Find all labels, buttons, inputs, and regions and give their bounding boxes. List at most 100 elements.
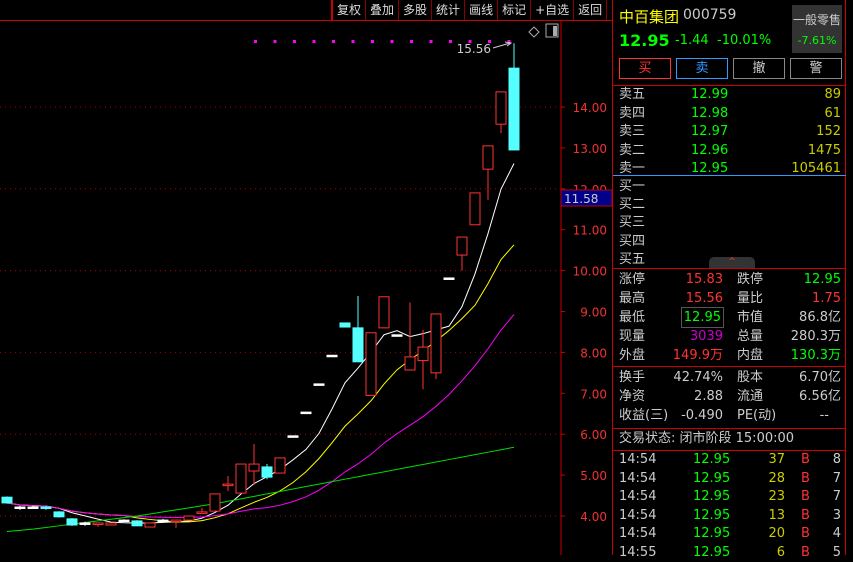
tick-side: B — [801, 452, 810, 467]
fund-row: 收益(三) -0.490 PE(动) -- — [619, 406, 841, 425]
y-tick-label: 6.00 — [580, 428, 607, 442]
tick-row: 14:55 12.95 6 B 5 — [619, 543, 841, 562]
ask-volume: 61 — [824, 105, 841, 121]
fund-label: 换手 — [619, 370, 646, 385]
y-tick-label: 10.00 — [573, 265, 607, 279]
toolbar-overlay-button[interactable]: 叠加 — [366, 0, 400, 20]
tick-time: 14:54 — [619, 452, 657, 467]
collapse-toggle[interactable]: ^ — [709, 257, 755, 268]
candle-body — [326, 354, 338, 358]
sell-button[interactable]: 卖 — [676, 58, 728, 79]
stat-row: 涨停 15.83 跌停 12.95 — [619, 270, 841, 289]
stat-label: 内盘 — [737, 348, 764, 363]
tick-volume: 37 — [768, 452, 785, 467]
marker-dot — [351, 40, 355, 43]
marker-dot — [332, 40, 335, 43]
tick-time: 14:54 — [619, 489, 657, 504]
candle-body — [170, 519, 182, 523]
candle-body — [92, 522, 104, 525]
arrow-icon — [492, 41, 513, 49]
tick-side: B — [801, 470, 810, 486]
divider — [0, 20, 612, 21]
toolbar-multi-stock-button[interactable]: 多股 — [399, 0, 433, 20]
bid-row[interactable]: 买一 — [619, 177, 841, 196]
candle-body — [40, 506, 52, 510]
stat-value: 12.95 — [803, 272, 841, 287]
candle-body — [118, 519, 130, 523]
stat-label: 现量 — [619, 329, 646, 344]
stat-row: 最低 12.95 市值 86.8亿 — [619, 307, 841, 328]
ask-row[interactable]: 卖三 12.97 152 — [619, 122, 841, 141]
ask-price: 12.97 — [691, 124, 729, 139]
stat-row: 外盘 149.9万 内盘 130.3万 — [619, 346, 841, 365]
price-change: -1.44 — [675, 33, 709, 48]
toolbar-draw-button[interactable]: 画线 — [465, 0, 499, 20]
tick-count: 7 — [832, 470, 841, 486]
kline-chart[interactable]: 4.005.006.007.008.009.0010.0011.0012.001… — [0, 0, 612, 555]
stat-value: 130.3万 — [790, 348, 841, 363]
tick-count: 4 — [832, 526, 841, 541]
bid-row[interactable]: 买四 — [619, 232, 841, 251]
toolbar-fuquan-button[interactable]: 复权 — [333, 0, 367, 20]
trade-buttons: 买 卖 撤 警 — [619, 58, 842, 79]
candle-body — [66, 518, 78, 526]
y-tick-label: 4.00 — [580, 510, 607, 524]
bid-label: 买五 — [619, 251, 646, 267]
industry-name: 一般零售 — [792, 13, 841, 27]
toolbar-stats-button[interactable]: 统计 — [432, 0, 466, 20]
bid-label: 买四 — [619, 233, 646, 249]
alert-button[interactable]: 警 — [790, 58, 842, 79]
tick-side: B — [801, 544, 810, 560]
ask-label: 卖三 — [619, 124, 646, 139]
candle-body — [456, 236, 468, 256]
candle-body — [53, 511, 65, 518]
ask-price: 12.99 — [691, 87, 729, 102]
candle-body — [79, 522, 91, 525]
side-strip — [846, 0, 853, 555]
stat-label: 市值 — [737, 310, 764, 325]
ask-label: 卖五 — [619, 87, 646, 102]
tick-volume: 20 — [768, 526, 785, 541]
fund-label: 股本 — [737, 370, 764, 385]
fund-value: 6.56亿 — [799, 389, 841, 404]
divider — [613, 268, 846, 269]
stock-name: 中百集团 — [619, 8, 680, 26]
ask-row[interactable]: 卖四 12.98 61 — [619, 104, 841, 123]
candle-body — [352, 327, 364, 363]
cursor-price-label: 11.58 — [564, 192, 598, 206]
cancel-order-button[interactable]: 撤 — [733, 58, 785, 79]
bid-row[interactable]: 买三 — [619, 213, 841, 232]
toolbar-back-button[interactable]: 返回 — [574, 0, 608, 20]
divider — [613, 366, 846, 367]
toolbar-mark-button[interactable]: 标记 — [498, 0, 532, 20]
ask-row[interactable]: 卖五 12.99 89 — [619, 85, 841, 104]
fund-label: 净资 — [619, 389, 646, 404]
industry-box[interactable]: 一般零售 -7.61% — [792, 5, 842, 53]
toolbar-add-watchlist-button[interactable]: +自选 — [531, 0, 575, 20]
candle-body — [131, 520, 143, 527]
ask-label: 卖四 — [619, 105, 646, 121]
buy-button[interactable]: 买 — [619, 58, 671, 79]
stat-value: 86.8亿 — [799, 310, 841, 325]
candle-body — [508, 67, 520, 151]
tick-time: 14:55 — [619, 544, 657, 560]
stat-label: 总量 — [737, 329, 764, 344]
tick-price: 12.95 — [693, 489, 731, 504]
fund-row: 净资 2.88 流通 6.56亿 — [619, 387, 841, 406]
bid-label: 买二 — [619, 197, 646, 213]
stat-value: 15.56 — [685, 291, 723, 306]
candle-body — [248, 463, 260, 472]
tick-price: 12.95 — [693, 526, 731, 541]
price-change-pct: -10.01% — [717, 33, 772, 48]
marker-dot — [410, 40, 413, 43]
marker-dot — [449, 40, 452, 43]
bid-row[interactable]: 买二 — [619, 195, 841, 214]
ask-volume: 152 — [816, 124, 841, 139]
stat-label: 最高 — [619, 291, 646, 306]
fund-label: 收益(三) — [619, 408, 669, 423]
tick-time: 14:54 — [619, 507, 657, 523]
ask-row[interactable]: 卖二 12.96 1475 — [619, 141, 841, 160]
candle-body — [339, 322, 351, 328]
candle-body — [404, 356, 416, 371]
tick-time: 14:54 — [619, 470, 657, 486]
